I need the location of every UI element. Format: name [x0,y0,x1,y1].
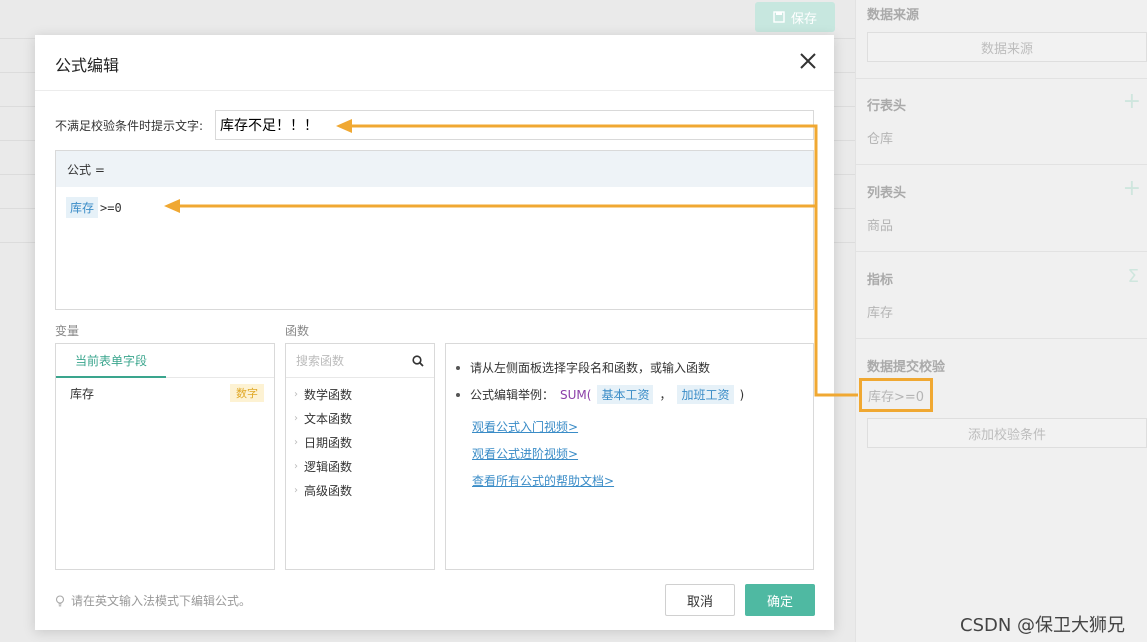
divider [856,251,1147,252]
ok-button[interactable]: 确定 [745,584,815,616]
variables-panel: 当前表单字段 库存 数字 [55,343,275,570]
dialog-title: 公式编辑 [55,56,120,75]
variable-item[interactable]: 库存 数字 [56,378,274,402]
tab-label: 当前表单字段 [74,353,147,368]
divider [856,78,1147,79]
dialog-header: 公式编辑 [35,35,834,91]
chevron-right-icon: › [294,460,298,472]
add-row-header-icon[interactable]: + [1123,91,1141,113]
tab-current-form-fields[interactable]: 当前表单字段 [56,344,166,378]
save-label: 保存 [790,11,817,27]
data-source-title: 数据来源 [867,8,920,23]
formula-editor-dialog: 公式编辑 不满足校验条件时提示文字: 库存不足！！！ 公式 = 库存 >=0 变… [35,35,834,630]
formula-header: 公式 = [56,151,813,187]
metric-title: 指标 [867,273,894,288]
lightbulb-icon [55,594,65,606]
save-icon [773,11,785,23]
function-category-list: › 数学函数 › 文本函数 › 日期函数 › 逻辑函数 › 高级函数 [286,378,434,502]
formula-expression: >=0 [100,200,122,215]
data-source-button[interactable]: 数据来源 [867,32,1147,62]
validation-title: 数据提交校验 [867,360,946,375]
validation-rule-text: 库存>=0 [867,389,925,405]
divider [856,164,1147,165]
validation-rule-item[interactable]: 库存>=0 [859,378,933,412]
row-header-value: 仓库 [867,132,894,147]
footer-tip: 请在英文输入法模式下编辑公式。 [55,592,251,609]
function-category-label: 文本函数 [304,411,353,426]
example-close: ) [739,387,745,402]
function-category-item[interactable]: › 高级函数 [286,478,434,502]
variable-type-badge: 数字 [230,384,264,402]
chevron-right-icon: › [294,484,298,496]
function-category-item[interactable]: › 日期函数 [286,430,434,454]
function-category-item[interactable]: › 数学函数 [286,382,434,406]
variables-tab-bar: 当前表单字段 [56,344,274,378]
chevron-right-icon: › [294,412,298,424]
watermark: CSDN @保卫大狮兄 [960,615,1126,636]
row-header-title: 行表头 [867,99,907,114]
add-column-header-icon[interactable]: + [1123,178,1141,200]
help-docs-link[interactable]: 查看所有公式的帮助文档> [472,468,813,495]
variables-label: 变量 [55,324,80,338]
example-separator: ， [659,388,672,402]
chevron-right-icon: › [294,436,298,448]
example-field-tag: 基本工资 [597,385,654,404]
formula-content[interactable]: 库存 >=0 [56,187,813,228]
function-search[interactable]: 搜索函数 [286,344,434,378]
divider [856,338,1147,339]
formula-editor[interactable]: 公式 = 库存 >=0 [55,150,814,310]
search-icon[interactable] [412,354,424,367]
variable-name: 库存 [70,386,95,401]
function-category-label: 高级函数 [304,483,353,498]
function-category-item[interactable]: › 逻辑函数 [286,454,434,478]
help-panel: 请从左侧面板选择字段名和函数，或输入函数 公式编辑举例： SUM( 基本工资 ，… [445,343,814,570]
function-category-label: 数学函数 [304,387,353,402]
hint-text-input[interactable]: 库存不足！！！ [215,110,814,140]
column-header-value: 商品 [867,219,894,234]
example-field-tag: 加班工资 [677,385,734,404]
function-search-input[interactable]: 搜索函数 [296,352,344,369]
bullet-icon [456,365,460,370]
cancel-button[interactable]: 取消 [665,584,735,616]
close-icon[interactable] [796,49,820,73]
example-function-name: SUM( [560,387,592,402]
function-category-label: 日期函数 [304,435,353,450]
help-example-line: 公式编辑举例： SUM( 基本工资 ， 加班工资 ) [456,381,813,408]
intro-video-link[interactable]: 观看公式入门视频> [472,414,813,441]
column-header-title: 列表头 [867,186,907,201]
function-category-item[interactable]: › 文本函数 [286,406,434,430]
side-panel: 数据来源 数据来源 行表头 + 仓库 列表头 + 商品 指标 Σ 库存 数据提交… [855,0,1147,642]
function-category-label: 逻辑函数 [304,459,353,474]
hint-text-label: 不满足校验条件时提示文字: [55,119,204,133]
functions-label: 函数 [285,324,310,338]
save-button[interactable]: 保存 [755,2,835,32]
help-text: 请从左侧面板选择字段名和函数，或输入函数 [470,361,711,375]
help-example-prefix: 公式编辑举例： [470,388,555,402]
hint-text-value: 库存不足！！！ [220,118,318,134]
help-line: 请从左侧面板选择字段名和函数，或输入函数 [456,354,813,381]
formula-field-tag[interactable]: 库存 [66,197,99,218]
footer-tip-text: 请在英文输入法模式下编辑公式。 [71,594,252,608]
formula-prefix: 公式 = [67,162,105,177]
functions-panel: 搜索函数 › 数学函数 › 文本函数 › 日期函数 › 逻辑函数 › 高级函数 [285,343,435,570]
chevron-right-icon: › [294,388,298,400]
advanced-video-link[interactable]: 观看公式进阶视频> [472,441,813,468]
sigma-icon[interactable]: Σ [1128,268,1139,286]
bullet-icon [456,392,460,397]
add-validation-button[interactable]: 添加校验条件 [867,418,1147,448]
metric-value: 库存 [867,306,894,321]
